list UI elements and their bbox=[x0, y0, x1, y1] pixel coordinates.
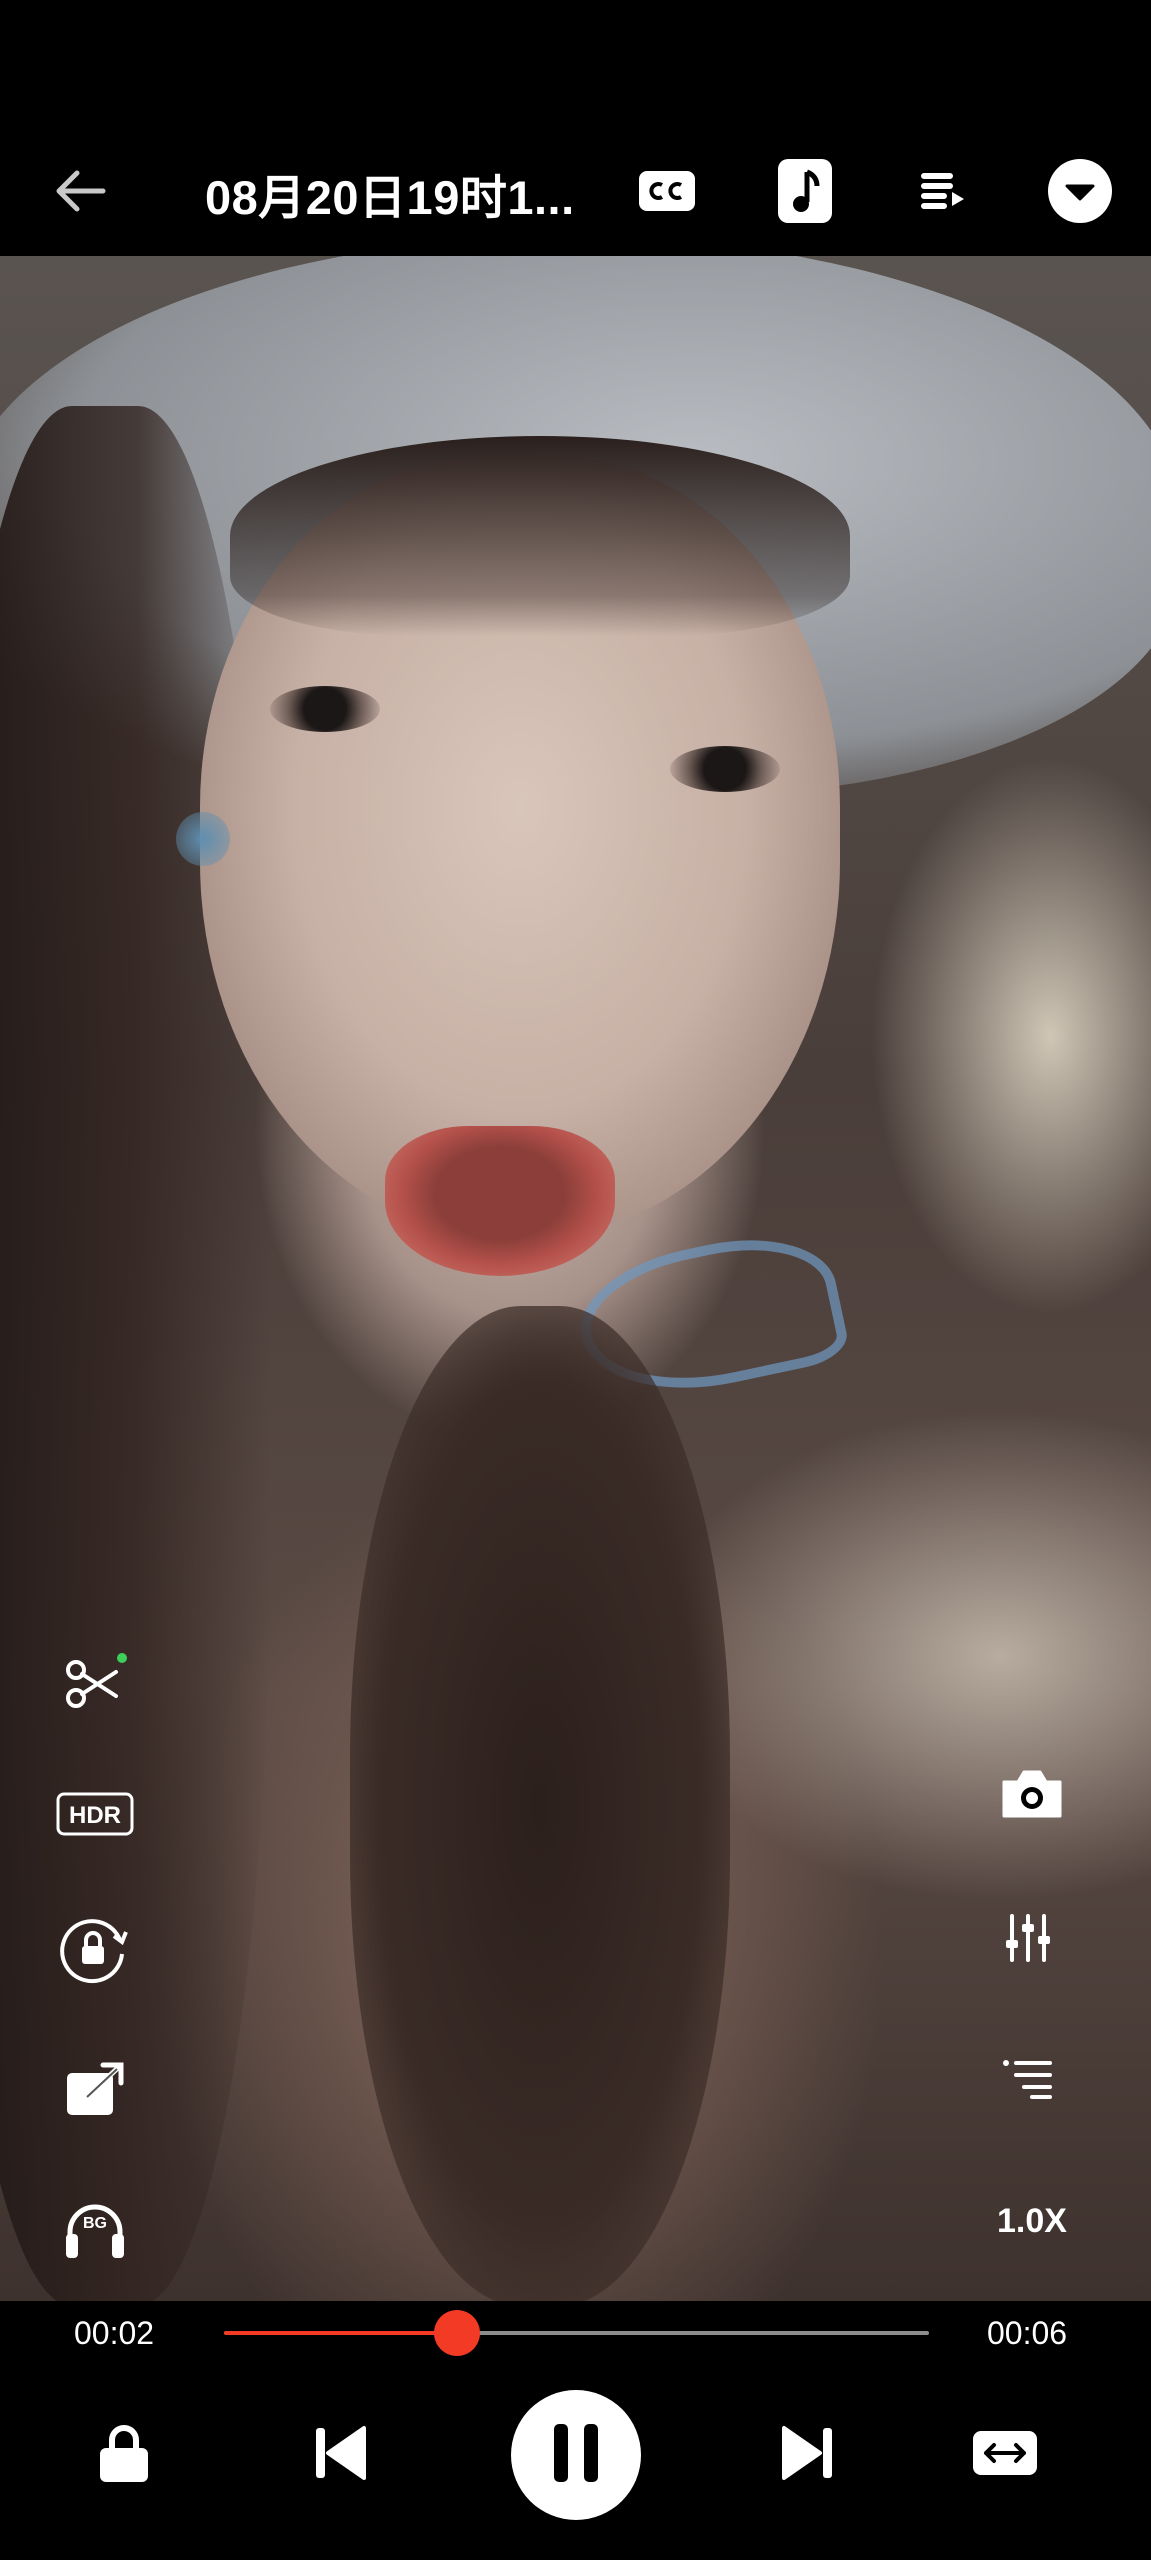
arrow-left-icon bbox=[53, 169, 107, 218]
seek-progress bbox=[224, 2331, 457, 2335]
dropdown-circle-icon bbox=[1047, 158, 1113, 229]
pause-icon bbox=[550, 2422, 602, 2489]
headphones-bg-icon: BG bbox=[62, 2198, 128, 2265]
aspect-ratio-icon bbox=[972, 2430, 1038, 2481]
speed-label: 1.0X bbox=[997, 2201, 1067, 2240]
hdr-button[interactable]: HDR bbox=[45, 1766, 145, 1866]
more-menu-button[interactable] bbox=[1035, 130, 1125, 256]
cc-icon bbox=[638, 170, 696, 217]
pause-button[interactable] bbox=[508, 2365, 644, 2545]
rotation-lock-button[interactable] bbox=[45, 1901, 145, 2001]
subtitles-button[interactable] bbox=[622, 130, 712, 256]
camera-icon bbox=[1000, 1768, 1064, 1825]
scissors-icon bbox=[60, 1652, 130, 1721]
equalizer-icon bbox=[1004, 1912, 1052, 1969]
popout-icon bbox=[63, 2059, 127, 2124]
seek-bar-row: 00:02 00:06 bbox=[0, 2301, 1151, 2365]
rotation-lock-icon bbox=[58, 1914, 132, 1989]
cut-clip-button[interactable] bbox=[45, 1636, 145, 1736]
hdr-icon: HDR bbox=[56, 1792, 134, 1841]
top-bar: 08月20日19时1... bbox=[0, 130, 1151, 256]
next-button[interactable] bbox=[758, 2365, 858, 2545]
background-play-button[interactable]: BG bbox=[45, 2181, 145, 2281]
seek-thumb[interactable] bbox=[433, 2310, 480, 2356]
screenshot-button[interactable] bbox=[982, 1746, 1082, 1846]
back-button[interactable] bbox=[40, 130, 120, 256]
playback-speed-button[interactable]: 1.0X bbox=[980, 2171, 1084, 2271]
video-player-screen: 08月20日19时1... HDR BG 1.0X 00:02 00:06 bbox=[0, 0, 1151, 2560]
skip-previous-icon bbox=[312, 2424, 368, 2487]
lock-icon bbox=[98, 2422, 150, 2489]
video-frame[interactable]: HDR BG 1.0X bbox=[0, 256, 1151, 2301]
playlist-icon bbox=[920, 168, 966, 219]
total-time: 00:06 bbox=[987, 2314, 1068, 2351]
music-note-icon bbox=[777, 158, 833, 229]
current-time: 00:02 bbox=[74, 2314, 155, 2351]
bottom-controls bbox=[0, 2365, 1151, 2560]
chapters-button[interactable] bbox=[978, 2031, 1078, 2131]
list-icon bbox=[1002, 2059, 1054, 2104]
seek-track[interactable] bbox=[224, 2310, 929, 2356]
video-title: 08月20日19时1... bbox=[205, 170, 575, 224]
previous-button[interactable] bbox=[290, 2365, 390, 2545]
skip-next-icon bbox=[780, 2424, 836, 2487]
playlist-button[interactable] bbox=[898, 130, 988, 256]
popout-button[interactable] bbox=[45, 2041, 145, 2141]
audio-mode-button[interactable] bbox=[760, 130, 850, 256]
svg-text:HDR: HDR bbox=[69, 1802, 121, 1829]
aspect-ratio-button[interactable] bbox=[955, 2365, 1055, 2545]
lock-button[interactable] bbox=[74, 2365, 174, 2545]
svg-text:BG: BG bbox=[83, 2215, 107, 2232]
equalizer-button[interactable] bbox=[978, 1890, 1078, 1990]
